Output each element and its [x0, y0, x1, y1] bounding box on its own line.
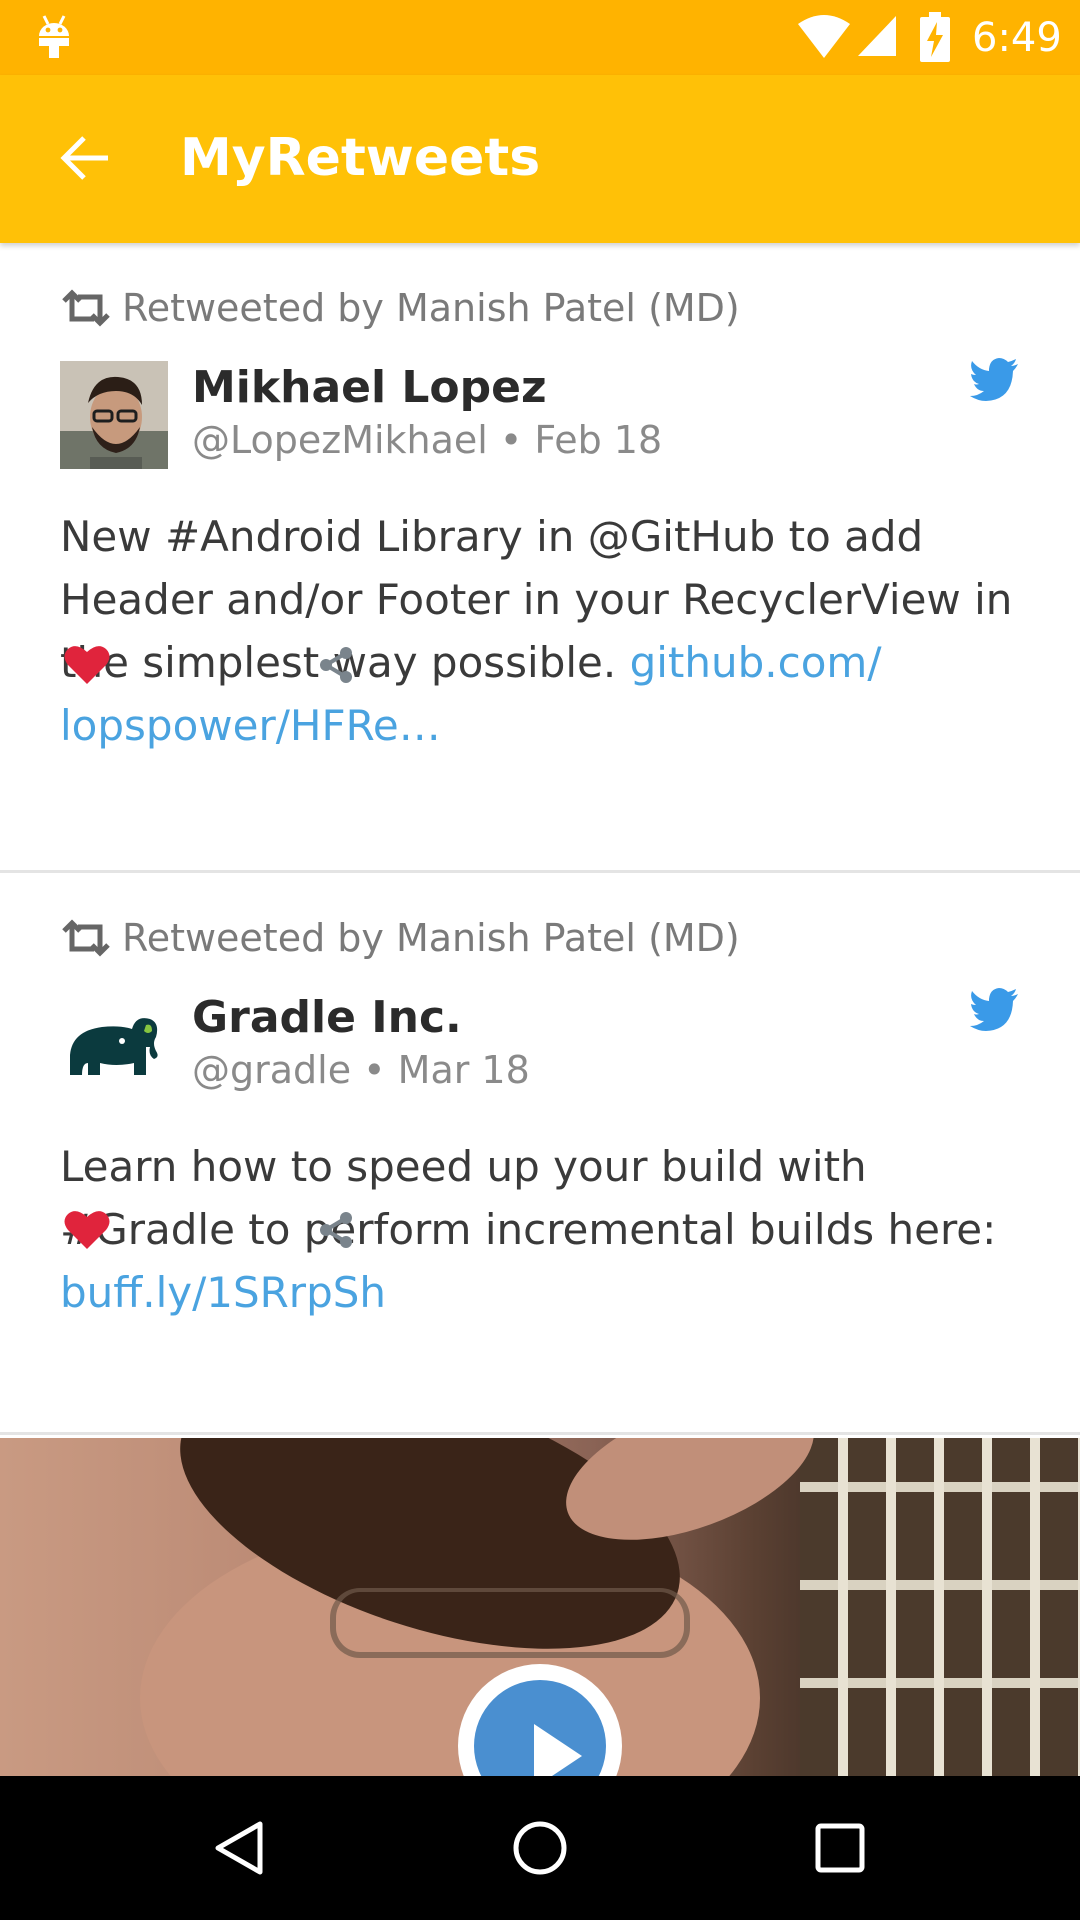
wifi-icon — [798, 15, 850, 58]
author-name[interactable]: Mikhael Lopez — [192, 361, 547, 415]
twitter-bird-icon — [970, 988, 1018, 1031]
window-blinds-background — [800, 1438, 1080, 1776]
status-bar: 6:49 — [0, 0, 1080, 75]
video-thumbnail[interactable] — [0, 1438, 1080, 1776]
retweeted-by-label: Retweeted by Manish Patel (MD) — [122, 916, 740, 960]
retweet-header: Retweeted by Manish Patel (MD) — [60, 913, 740, 963]
retweet-icon — [62, 289, 110, 327]
battery-charging-icon — [920, 12, 950, 62]
android-debug-icon — [39, 15, 69, 58]
tweet-text: New #Android Library in @GitHub to add H… — [60, 505, 1030, 757]
system-nav-bar — [0, 1776, 1080, 1920]
heart-icon[interactable] — [64, 1208, 110, 1250]
retweet-header: Retweeted by Manish Patel (MD) — [60, 283, 740, 333]
avatar[interactable] — [60, 991, 168, 1099]
twitter-bird-icon — [970, 358, 1018, 401]
share-icon[interactable] — [316, 1210, 356, 1250]
back-triangle-icon[interactable] — [210, 1818, 270, 1878]
arrow-back-icon[interactable] — [58, 131, 112, 185]
author-name[interactable]: Gradle Inc. — [192, 991, 462, 1045]
tweet-card[interactable]: Retweeted by Manish Patel (MD) Mikhael L… — [0, 243, 1080, 873]
home-circle-icon[interactable] — [510, 1818, 570, 1878]
play-icon — [474, 1680, 606, 1776]
tweet-text-plain: Learn how to speed up your build with #G… — [60, 1142, 997, 1254]
tweet-link[interactable]: buff.ly/1SRrpSh — [60, 1268, 386, 1317]
status-time: 6:49 — [972, 15, 1062, 61]
app-toolbar: MyRetweets — [0, 75, 1080, 243]
tweet-text: Learn how to speed up your build with #G… — [60, 1135, 1030, 1324]
gradle-elephant-logo — [60, 991, 168, 1099]
retweeted-by-label: Retweeted by Manish Patel (MD) — [122, 286, 740, 330]
thumbnail-glasses — [330, 1588, 690, 1658]
tweet-card[interactable]: Retweeted by Manish Patel (MD) Gradle In… — [0, 873, 1080, 1435]
cell-signal-icon — [858, 16, 896, 56]
heart-icon[interactable] — [64, 643, 110, 685]
retweet-icon — [62, 919, 110, 957]
page-title: MyRetweets — [180, 128, 541, 188]
author-handle-date: @LopezMikhael • Feb 18 — [192, 418, 663, 462]
share-icon[interactable] — [316, 645, 356, 685]
avatar-photo — [60, 361, 168, 469]
recents-square-icon[interactable] — [810, 1818, 870, 1878]
avatar[interactable] — [60, 361, 168, 469]
author-handle-date: @gradle • Mar 18 — [192, 1048, 530, 1092]
